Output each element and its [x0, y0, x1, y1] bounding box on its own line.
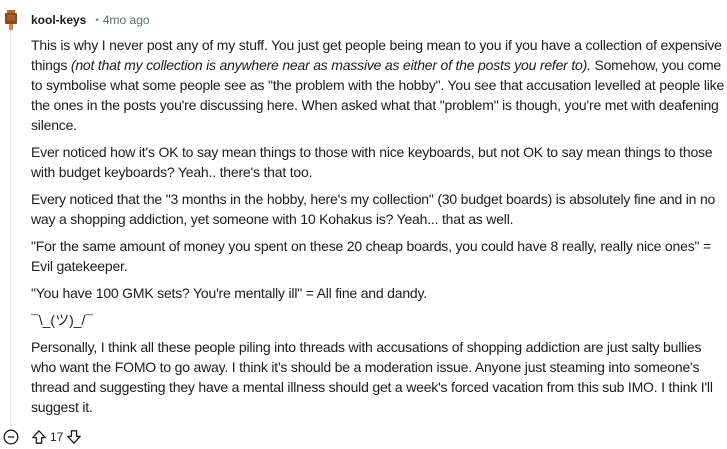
comment-paragraph: Ever noticed how it's OK to say mean thi… [31, 144, 713, 180]
author-link[interactable]: kool-keys [31, 13, 86, 27]
upvote-arrow-icon[interactable] [31, 429, 47, 445]
keycap-avatar-icon[interactable] [2, 9, 20, 31]
downvote-arrow-icon[interactable] [66, 429, 82, 445]
comment-meta: kool-keys • 4mo ago [31, 11, 150, 29]
shrug-emoticon: ¯\_(ツ)_/¯ [31, 312, 94, 328]
comment-paragraph: Every noticed that the "3 months in the … [31, 191, 716, 227]
comment-action-bar: 17 [0, 427, 120, 447]
comment-paragraph: "For the same amount of money you spent … [31, 238, 711, 274]
comment-timestamp[interactable]: 4mo ago [103, 13, 150, 27]
vote-score: 17 [50, 430, 64, 444]
comment-paragraph: Personally, I think all these people pil… [31, 339, 713, 415]
comment-paragraph: This is why I never post any of my stuff… [31, 35, 727, 135]
comment-body: This is why I never post any of my stuff… [31, 35, 727, 424]
comment-paragraph: "You have 100 GMK sets? You're mentally … [31, 285, 427, 301]
meta-separator: • [95, 14, 99, 26]
thread-line [10, 30, 11, 426]
paragraph-italic-text: (not that my collection is anywhere near… [70, 57, 591, 73]
collapse-minus-icon[interactable] [3, 429, 19, 445]
